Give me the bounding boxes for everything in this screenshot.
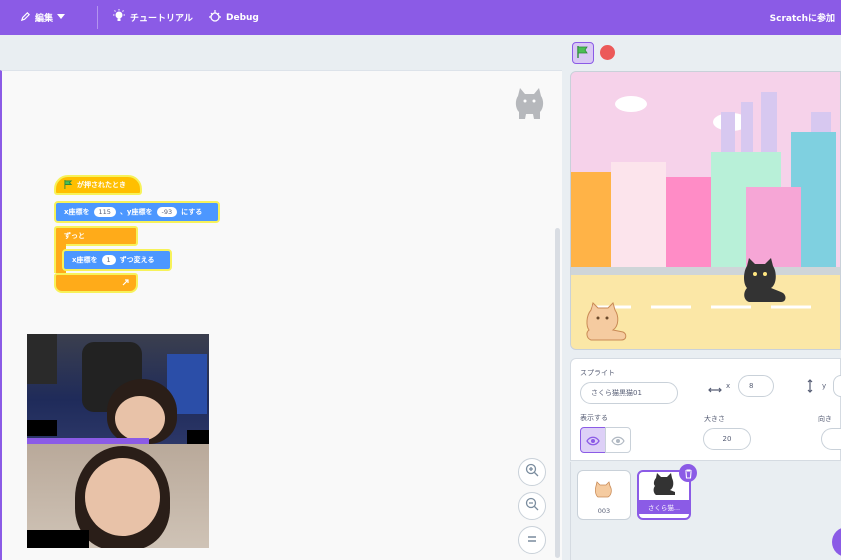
go-to-suffix: にする (181, 208, 203, 216)
join-scratch-link[interactable]: Scratchに参加 (764, 0, 841, 35)
x-arrows-icon (708, 380, 722, 399)
change-x-block[interactable]: x座標を 1 ずつ変える (62, 249, 172, 271)
tutorial-label: チュートリアル (130, 14, 193, 24)
eye-icon (586, 431, 600, 450)
pencil-icon (20, 11, 31, 25)
direction-label: 向き (818, 415, 832, 423)
edit-menu[interactable]: 編集 (14, 0, 71, 35)
show-label: 表示する (580, 414, 608, 422)
go-to-x-label: x座標を (64, 208, 90, 216)
zoom-reset-button[interactable] (518, 526, 546, 554)
caret-down-icon (57, 13, 66, 23)
code-scrollbar[interactable] (555, 228, 560, 558)
video-black-box (27, 530, 89, 548)
loop-arrow-icon (122, 278, 130, 288)
black-cat-sprite (744, 258, 786, 302)
trash-icon (684, 464, 693, 483)
lightbulb-icon (112, 9, 126, 26)
sprite-tile-name: さくら猫... (639, 500, 689, 514)
video-shadow (27, 334, 57, 384)
size-field[interactable]: 20 (703, 428, 751, 450)
green-flag-button[interactable] (572, 42, 594, 64)
menu-bar: 編集 チュートリアル Debug Scratchに参加 (0, 0, 841, 35)
menu-separator (97, 6, 98, 29)
delete-sprite-button[interactable] (679, 464, 697, 482)
x-label: x (726, 382, 731, 390)
zoom-out-icon (525, 497, 539, 515)
hat-block-label: が押されたとき (77, 181, 126, 189)
zoom-in-button[interactable] (518, 458, 546, 486)
change-x-label: x座標を (72, 256, 98, 264)
join-label: Scratchに参加 (769, 14, 835, 24)
webcam-video-bottom (27, 444, 209, 548)
change-x-value-input[interactable]: 1 (101, 255, 116, 265)
stage-canvas[interactable] (570, 71, 841, 350)
zoom-in-icon (525, 463, 539, 481)
sprite-name-field[interactable]: さくら猫黒猫01 (580, 382, 678, 404)
sprite-heading: スプライト (580, 369, 615, 377)
video-black-box (187, 430, 209, 444)
debug-menu[interactable]: Debug (202, 0, 265, 35)
show-sprite-button[interactable] (580, 427, 606, 453)
black-cat-thumbnail-icon (653, 473, 675, 495)
stop-button[interactable] (600, 45, 615, 60)
forever-label: ずっと (64, 232, 85, 240)
sprite-tile-name: 003 (597, 507, 611, 515)
x-value-input[interactable]: 115 (93, 207, 116, 217)
script-stack[interactable]: が押されたとき x座標を 115 、y座標を -93 にする ずっと x座標を … (50, 163, 222, 293)
when-flag-clicked-block[interactable]: が押されたとき (54, 175, 142, 195)
debug-icon (208, 9, 222, 26)
size-label: 大きさ (704, 415, 725, 423)
edit-menu-label: 編集 (35, 14, 54, 24)
orange-cat-sprite (586, 302, 627, 341)
y-position-field[interactable] (833, 375, 841, 397)
y-label: y (822, 382, 827, 390)
zoom-out-button[interactable] (518, 492, 546, 520)
video-black-box (27, 420, 57, 436)
code-tabs-strip (0, 35, 562, 70)
eye-slash-icon (611, 431, 625, 450)
forever-block[interactable]: ずっと (54, 226, 138, 246)
tutorial-menu[interactable]: チュートリアル (106, 0, 199, 35)
green-flag-icon (64, 179, 73, 191)
debug-label: Debug (226, 12, 259, 23)
go-to-y-label: 、y座標を (119, 208, 153, 216)
direction-field[interactable] (821, 428, 841, 450)
y-value-input[interactable]: -93 (156, 207, 178, 217)
green-flag-icon (576, 44, 590, 63)
forever-block-bottom (54, 273, 138, 293)
webcam-video-top (27, 334, 209, 444)
y-arrows-icon (805, 378, 815, 397)
change-x-suffix: ずつ変える (119, 256, 155, 264)
hide-sprite-button[interactable] (605, 427, 631, 453)
sprite-tile[interactable]: 003 (577, 470, 631, 520)
person-face (115, 396, 165, 441)
go-to-xy-block[interactable]: x座標を 115 、y座標を -93 にする (54, 201, 220, 223)
x-position-field[interactable]: 8 (738, 375, 774, 397)
sprite-watermark-cat-icon (510, 86, 550, 122)
person-face (85, 458, 160, 536)
orange-cat-thumbnail-icon (595, 481, 612, 498)
equals-icon (526, 533, 538, 548)
